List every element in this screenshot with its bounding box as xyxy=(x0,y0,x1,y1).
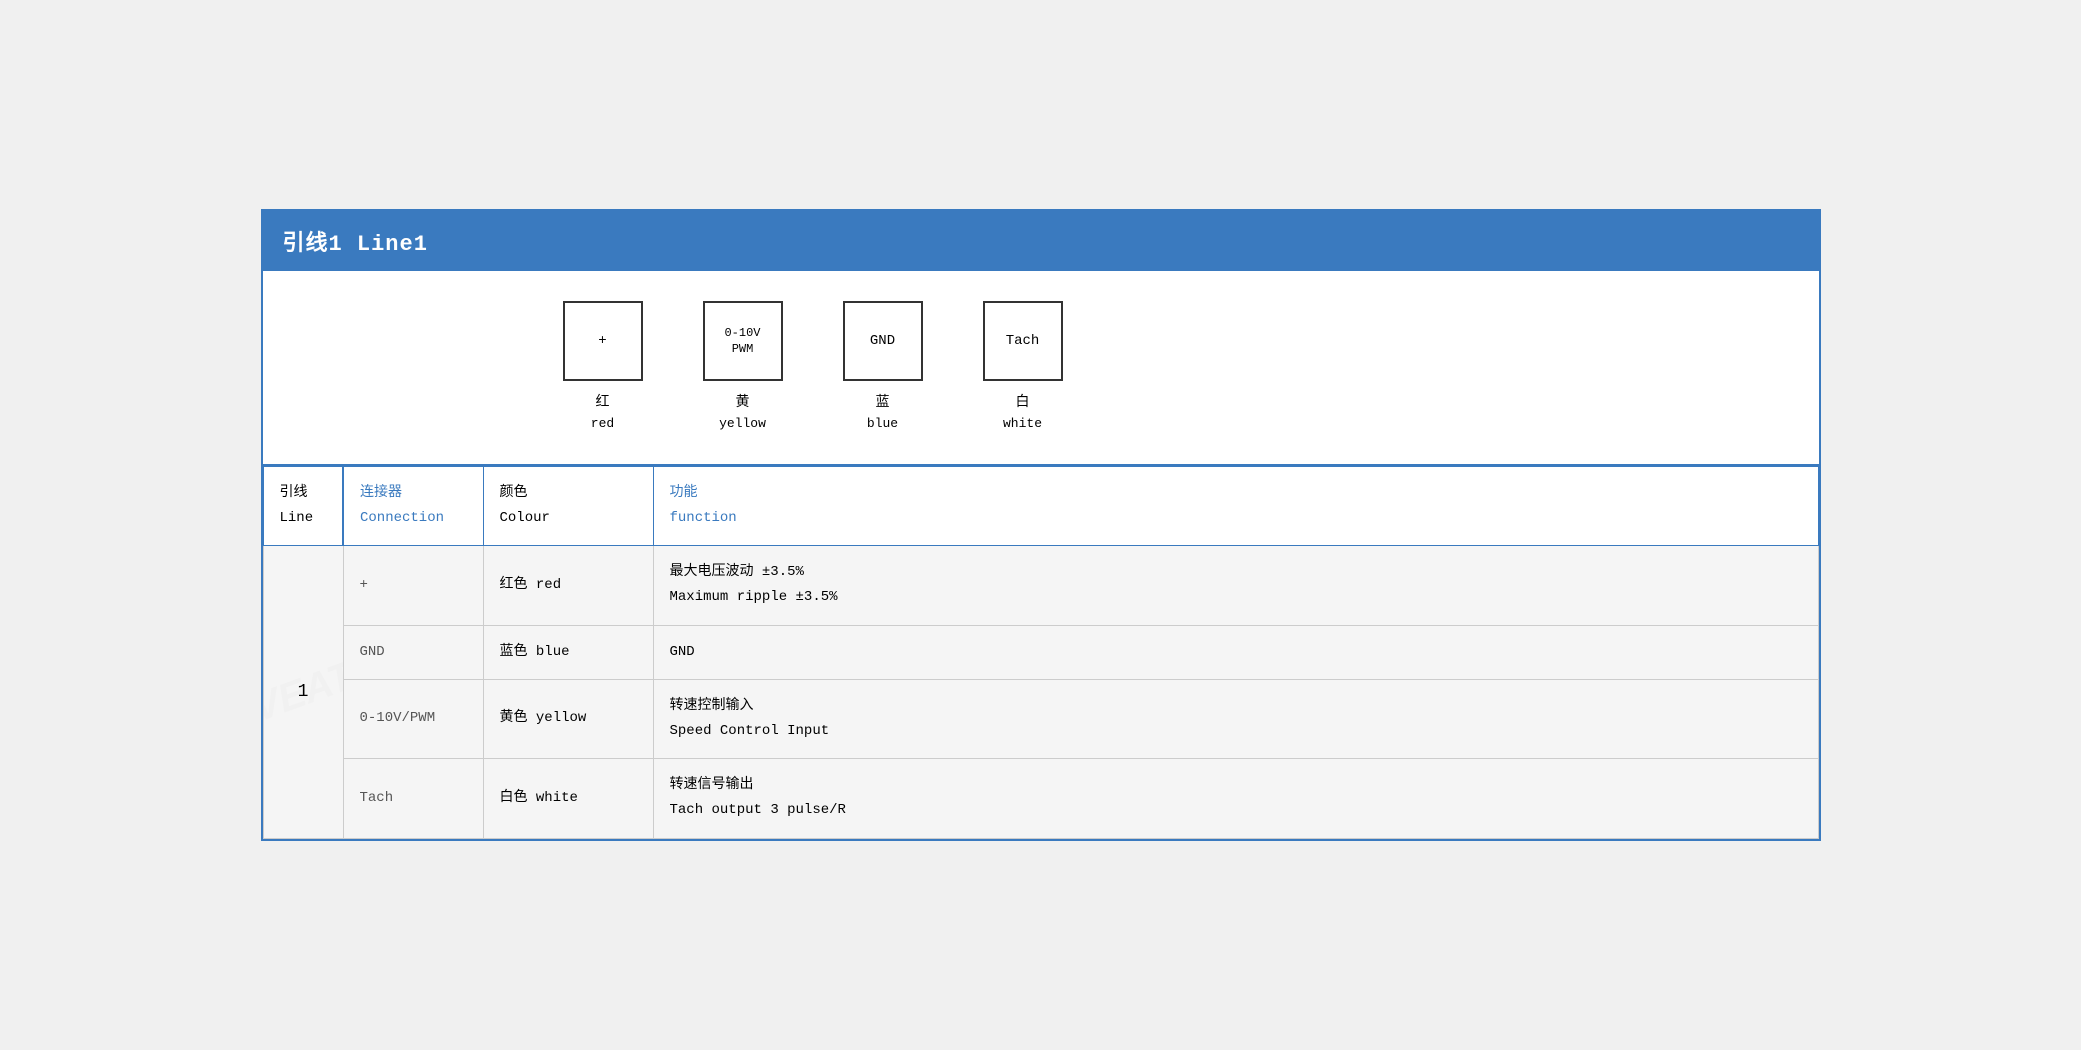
connector-english-tach: white xyxy=(1003,414,1042,434)
connector-english-gnd: blue xyxy=(867,414,898,434)
function-gnd: GND xyxy=(653,625,1818,679)
table-row: Tach 白色 white 转速信号输出Tach output 3 pulse/… xyxy=(263,759,1818,838)
main-table: 引线 Line 连接器 Connection 颜色 Colour 功能 func… xyxy=(263,466,1819,839)
connector-box-gnd: GND xyxy=(843,301,923,381)
header-colour: 颜色 Colour xyxy=(483,466,653,545)
connector-chinese-pwm: 黄 xyxy=(719,393,766,414)
function-ripple: 最大电压波动 ±3.5%Maximum ripple ±3.5% xyxy=(653,546,1818,625)
connector-english-plus: red xyxy=(591,414,614,434)
header-line: 引线 Line xyxy=(263,466,343,545)
connector-label-tach: 白 white xyxy=(1003,393,1042,434)
page-title: 引线1 Line1 xyxy=(283,232,428,257)
connector-diagrams: + 红 red 0-10VPWM 黄 yellow GND 蓝 blue xyxy=(563,301,1799,434)
connector-english-pwm: yellow xyxy=(719,414,766,434)
function-tach-output: 转速信号输出Tach output 3 pulse/R xyxy=(653,759,1818,838)
colour-white: 白色 white xyxy=(483,759,653,838)
function-speed-control: 转速控制输入Speed Control Input xyxy=(653,679,1818,758)
connection-gnd: GND xyxy=(343,625,483,679)
diagram-section: + 红 red 0-10VPWM 黄 yellow GND 蓝 blue xyxy=(263,271,1819,466)
connector-label-pwm: 黄 yellow xyxy=(719,393,766,434)
connector-label-gnd: 蓝 blue xyxy=(867,393,898,434)
table-row: GND 蓝色 blue GND xyxy=(263,625,1818,679)
header-connection: 连接器 Connection xyxy=(343,466,483,545)
connector-gnd: GND 蓝 blue xyxy=(843,301,923,434)
connector-chinese-gnd: 蓝 xyxy=(867,393,898,414)
connector-box-pwm: 0-10VPWM xyxy=(703,301,783,381)
table-row: 0-10V/PWM 黄色 yellow 转速控制输入Speed Control … xyxy=(263,679,1818,758)
header-section: 引线1 Line1 xyxy=(263,211,1819,271)
connector-label-plus: 红 red xyxy=(591,393,614,434)
connection-tach: Tach xyxy=(343,759,483,838)
table-row: VEAT 1 + 红色 red 最大电压波动 ±3.5%Maximum ripp… xyxy=(263,546,1818,625)
colour-yellow: 黄色 yellow xyxy=(483,679,653,758)
connector-chinese-tach: 白 xyxy=(1003,393,1042,414)
line-number: VEAT 1 xyxy=(263,546,343,838)
header-function: 功能 function xyxy=(653,466,1818,545)
table-header-row: 引线 Line 连接器 Connection 颜色 Colour 功能 func… xyxy=(263,466,1818,545)
colour-blue: 蓝色 blue xyxy=(483,625,653,679)
connector-chinese-plus: 红 xyxy=(591,393,614,414)
colour-red: 红色 red xyxy=(483,546,653,625)
connection-pwm: 0-10V/PWM xyxy=(343,679,483,758)
connector-pwm: 0-10VPWM 黄 yellow xyxy=(703,301,783,434)
connector-box-tach: Tach xyxy=(983,301,1063,381)
connector-plus: + 红 red xyxy=(563,301,643,434)
connection-plus: + xyxy=(343,546,483,625)
table-section: 引线 Line 连接器 Connection 颜色 Colour 功能 func… xyxy=(263,466,1819,839)
connector-tach: Tach 白 white xyxy=(983,301,1063,434)
connector-box-plus: + xyxy=(563,301,643,381)
